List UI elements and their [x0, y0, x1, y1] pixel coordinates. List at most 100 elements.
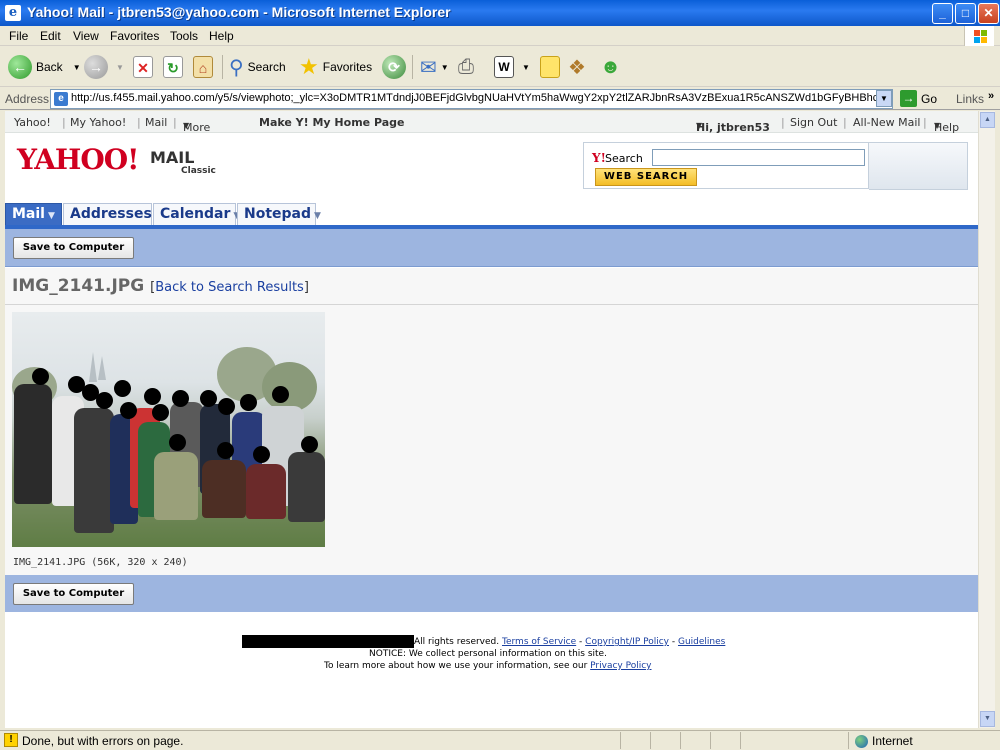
edit-dropdown-icon[interactable]: ▼: [522, 63, 530, 72]
go-button[interactable]: → Go: [900, 90, 937, 107]
menu-edit[interactable]: Edit: [40, 29, 61, 43]
nav-my-yahoo-link[interactable]: My Yahoo!: [70, 116, 126, 129]
save-to-computer-button-top[interactable]: Save to Computer: [13, 237, 134, 259]
terms-link[interactable]: Terms of Service: [502, 637, 576, 647]
close-button[interactable]: ✕: [978, 3, 999, 24]
learn-text: To learn more about how we use your info…: [324, 661, 588, 671]
save-to-computer-button-bottom[interactable]: Save to Computer: [13, 583, 134, 605]
maximize-button[interactable]: □: [955, 3, 976, 24]
security-zone: Internet: [855, 734, 913, 748]
vertical-scrollbar[interactable]: ▲ ▼: [978, 111, 995, 728]
stop-icon: ✕: [133, 56, 153, 78]
guidelines-link[interactable]: Guidelines: [678, 637, 725, 647]
redacted-face: [169, 434, 186, 451]
print-button[interactable]: ⎙: [458, 53, 474, 81]
status-bar: ! Done, but with errors on page. Interne…: [0, 730, 1000, 750]
scroll-up-icon[interactable]: ▲: [980, 112, 995, 128]
tab-mail[interactable]: Mail ▼: [5, 203, 62, 225]
chevron-down-icon: ▼: [314, 211, 321, 221]
web-search-button[interactable]: WEB SEARCH: [595, 168, 697, 186]
back-button[interactable]: ← Back ▼: [8, 53, 81, 81]
person-shape: [14, 384, 52, 504]
mail-logo: MAIL: [150, 148, 195, 167]
redacted-face: [240, 394, 257, 411]
make-home-link[interactable]: Make Y! My Home Page: [259, 116, 404, 129]
redacted-face: [200, 390, 217, 407]
research-icon: ❖: [568, 56, 586, 79]
redacted-face: [301, 436, 318, 453]
mail-button[interactable]: ✉ ▼: [420, 53, 449, 81]
zone-label: Internet: [872, 734, 913, 748]
note-icon: [540, 56, 560, 78]
photo-image[interactable]: [12, 312, 325, 547]
status-message: Done, but with errors on page.: [22, 734, 184, 748]
notice-text: NOTICE: We collect personal information …: [369, 649, 607, 659]
discuss-button[interactable]: [540, 53, 560, 81]
menu-tools[interactable]: Tools: [170, 29, 198, 43]
redacted-face: [32, 368, 49, 385]
refresh-icon: ↻: [163, 56, 183, 78]
messenger-button[interactable]: ☻: [600, 53, 621, 81]
tab-addresses[interactable]: Addresses▼: [63, 203, 162, 225]
privacy-row: To learn more about how we use your info…: [324, 661, 652, 671]
rights-text: All rights reserved.: [414, 637, 500, 647]
tab-notepad[interactable]: Notepad ▼: [237, 203, 321, 225]
person-shape: [74, 408, 114, 533]
printer-icon: ⎙: [458, 55, 474, 78]
privacy-link[interactable]: Privacy Policy: [590, 661, 651, 671]
redacted-face: [152, 404, 169, 421]
back-label: Back: [36, 60, 63, 74]
menu-help[interactable]: Help: [209, 29, 234, 43]
nav-yahoo-link[interactable]: Yahoo!: [14, 116, 51, 129]
history-button[interactable]: ⟳: [382, 53, 406, 81]
favorites-button[interactable]: ★ Favorites: [299, 53, 372, 81]
menu-favorites[interactable]: Favorites: [110, 29, 159, 43]
copyright-link[interactable]: Copyright/IP Policy: [585, 637, 669, 647]
address-input[interactable]: e http://us.f455.mail.yahoo.com/y5/s/vie…: [50, 89, 893, 109]
redacted-face: [218, 398, 235, 415]
menu-view[interactable]: View: [73, 29, 99, 43]
links-button[interactable]: Links: [956, 92, 984, 106]
chevron-down-icon: ▼: [47, 211, 55, 221]
web-search-input[interactable]: [652, 149, 865, 166]
search-button[interactable]: ⚲ Search: [229, 53, 286, 81]
all-new-mail-link[interactable]: All-New Mail: [853, 116, 920, 129]
minimize-button[interactable]: _: [932, 3, 953, 24]
tab-calendar[interactable]: Calendar▼: [153, 203, 240, 225]
search-label: Search: [605, 152, 643, 165]
address-url: http://us.f455.mail.yahoo.com/y5/s/viewp…: [71, 92, 893, 104]
edit-button[interactable]: W ▼: [494, 53, 530, 81]
back-dropdown-icon[interactable]: ▼: [73, 63, 81, 72]
chevron-down-icon: ▼: [183, 121, 190, 130]
refresh-button[interactable]: ↻: [163, 53, 183, 81]
forward-button[interactable]: → ▼: [84, 53, 124, 81]
person-shape: [202, 460, 246, 518]
nav-mail-link[interactable]: Mail: [145, 116, 167, 129]
sign-out-link[interactable]: Sign Out: [790, 116, 837, 129]
forward-dropdown-icon[interactable]: ▼: [116, 63, 124, 72]
spire-shape: [98, 356, 106, 380]
ie-icon: e: [5, 5, 21, 21]
mail-dropdown-icon[interactable]: ▼: [441, 63, 449, 72]
person-shape: [154, 452, 198, 520]
go-label: Go: [921, 91, 938, 106]
research-button[interactable]: ❖: [568, 53, 586, 81]
web-search-box: Y! Search WEB SEARCH: [583, 142, 869, 189]
yahoo-logo[interactable]: YAHOO!: [17, 143, 139, 176]
go-arrow-icon: →: [900, 90, 917, 107]
redacted-copyright: [242, 635, 414, 648]
divider: [5, 304, 978, 305]
address-dropdown-icon[interactable]: ▼: [876, 90, 892, 107]
mail-icon: ✉: [420, 56, 437, 79]
back-to-results-link[interactable]: Back to Search Results: [155, 280, 304, 295]
home-button[interactable]: ⌂: [193, 53, 213, 81]
chevron-right-icon[interactable]: »: [988, 90, 994, 102]
scroll-down-icon[interactable]: ▼: [980, 711, 995, 727]
redacted-face: [172, 390, 189, 407]
warning-icon[interactable]: !: [4, 733, 18, 747]
redacted-face: [114, 380, 131, 397]
menu-file[interactable]: File: [9, 29, 28, 43]
stop-button[interactable]: ✕: [133, 53, 153, 81]
window-title: Yahoo! Mail - jtbren53@yahoo.com - Micro…: [27, 4, 451, 20]
redacted-face: [144, 388, 161, 405]
